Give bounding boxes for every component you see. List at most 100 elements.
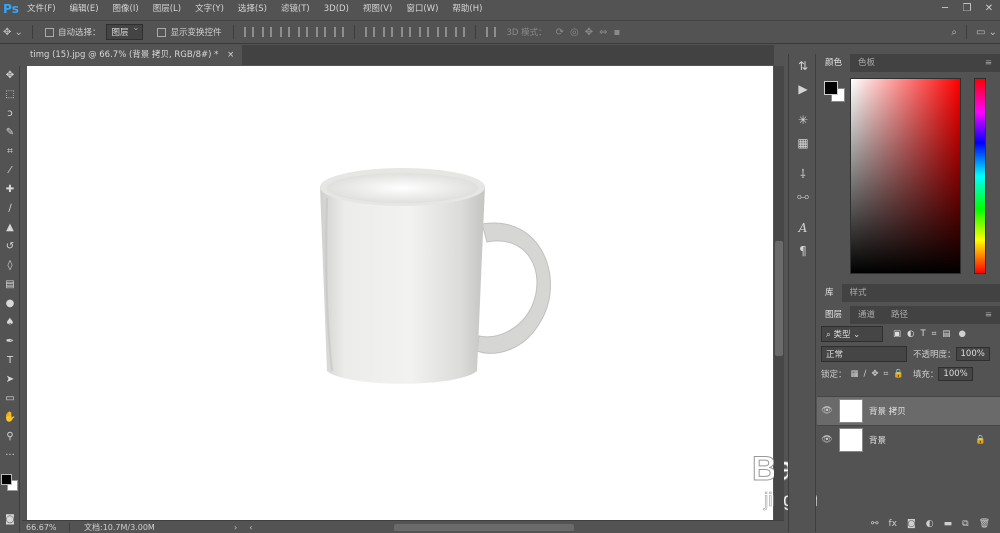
layer-row-bg-copy[interactable]: 👁 背景 拷贝 <box>817 396 1000 425</box>
color-swatches[interactable] <box>0 472 20 492</box>
menu-layer[interactable]: 图层(L) <box>146 0 188 18</box>
tab-color[interactable]: 颜色 <box>817 54 851 72</box>
move-tool-icon[interactable]: ✥ <box>0 66 20 85</box>
eraser-tool-icon[interactable]: ◊ <box>0 256 20 275</box>
panel-menu-icon[interactable]: ≡ <box>977 54 1000 72</box>
menu-edit[interactable]: 编辑(E) <box>63 0 106 18</box>
canvas[interactable] <box>27 66 773 520</box>
tab-layers[interactable]: 图层 <box>817 306 851 324</box>
menu-filter[interactable]: 滤镜(T) <box>274 0 317 18</box>
menu-3d[interactable]: 3D(D) <box>317 0 356 18</box>
auto-select-option[interactable]: 自动选择： <box>44 26 100 38</box>
eyedropper-tool-icon[interactable]: ⁄ <box>0 161 20 180</box>
lasso-tool-icon[interactable]: ↄ <box>0 104 20 123</box>
hand-tool-icon[interactable]: ✋ <box>0 408 20 427</box>
align-right-icon[interactable] <box>334 27 345 37</box>
3d-slide-icon[interactable]: ⇔ <box>599 27 607 38</box>
shape-tool-icon[interactable]: ▭ <box>0 389 20 408</box>
color-field[interactable] <box>850 78 961 274</box>
menu-window[interactable]: 窗口(W) <box>399 0 445 18</box>
document-tab[interactable]: timg (15).jpg @ 66.7% (背景 拷贝, RGB/8#) * … <box>22 45 243 65</box>
histogram-icon[interactable]: ▦ <box>789 131 817 154</box>
edit-toolbar-icon[interactable]: ··· <box>0 446 20 465</box>
layers-menu-icon[interactable]: ≡ <box>977 306 1000 324</box>
filter-toggle-icon[interactable]: ● <box>958 329 965 339</box>
layer-name[interactable]: 背景 拷贝 <box>869 405 906 417</box>
align-left-icon[interactable] <box>298 27 309 37</box>
align-bottom-icon[interactable] <box>280 27 291 37</box>
tab-channels[interactable]: 通道 <box>850 306 883 324</box>
show-transform-checkbox[interactable] <box>157 27 167 37</box>
tab-paths[interactable]: 路径 <box>883 306 916 324</box>
menu-help[interactable]: 帮助(H) <box>445 0 489 18</box>
auto-select-checkbox[interactable] <box>44 27 54 37</box>
blur-tool-icon[interactable]: ● <box>0 294 20 313</box>
tab-styles[interactable]: 样式 <box>842 284 875 302</box>
stamp-tool-icon[interactable]: ▲ <box>0 218 20 237</box>
gradient-tool-icon[interactable]: ▤ <box>0 275 20 294</box>
new-layer-icon[interactable]: ⧉ <box>962 519 968 529</box>
panel-foreground-swatch[interactable] <box>824 81 838 95</box>
move-tool-preset-icon[interactable]: ✥ ⌄ <box>3 27 23 38</box>
distribute-top-icon[interactable] <box>365 27 376 37</box>
properties-icon[interactable]: ⧟ <box>789 185 817 208</box>
distribute-vcenter-icon[interactable] <box>383 27 394 37</box>
distribute-hcenter-icon[interactable] <box>437 27 448 37</box>
history-brush-tool-icon[interactable]: ↺ <box>0 237 20 256</box>
lock-icons[interactable]: ▦∕✥⌗🔒 <box>851 369 909 379</box>
adjustments-icon[interactable]: ✳ <box>789 108 817 131</box>
horizontal-scroll-thumb[interactable] <box>394 524 574 531</box>
align-vcenter-icon[interactable] <box>262 27 273 37</box>
restore-icon[interactable]: ❐ <box>956 0 978 18</box>
close-tab-icon[interactable]: × <box>227 50 234 60</box>
close-icon[interactable]: ✕ <box>978 0 1000 18</box>
healing-tool-icon[interactable]: ✚ <box>0 180 20 199</box>
hue-slider[interactable] <box>974 78 986 274</box>
3d-scale-icon[interactable]: ▪ <box>614 27 621 38</box>
auto-select-dropdown[interactable]: 图层 <box>106 23 144 40</box>
blend-mode-dropdown[interactable]: 正常 <box>821 346 907 362</box>
3d-rotate-icon[interactable]: ⟳ <box>556 27 564 38</box>
zoom-level[interactable]: 66.67% <box>22 522 70 532</box>
adjustment-layer-icon[interactable]: ◐ <box>926 519 934 529</box>
actions-play-icon[interactable]: ▶ <box>789 77 817 100</box>
show-transform-option[interactable]: 显示变换控件 <box>157 26 221 38</box>
scroll-left-icon[interactable]: ‹ <box>249 523 252 532</box>
history-panel-icon[interactable]: ⇅ <box>789 54 817 77</box>
crop-tool-icon[interactable]: ⌗ <box>0 142 20 161</box>
vertical-scroll-thumb[interactable] <box>775 241 783 356</box>
align-hcenter-icon[interactable] <box>316 27 327 37</box>
marquee-tool-icon[interactable]: ⬚ <box>0 85 20 104</box>
brush-tool-icon[interactable]: ∕ <box>0 199 20 218</box>
quick-mask-icon[interactable]: ◙ <box>0 510 20 529</box>
3d-drag-icon[interactable]: ✥ <box>585 27 593 38</box>
quick-select-tool-icon[interactable]: ✎ <box>0 123 20 142</box>
paragraph-panel-icon[interactable]: ¶ <box>789 239 817 262</box>
link-layers-icon[interactable]: ⚯ <box>871 519 879 529</box>
tab-swatches[interactable]: 色板 <box>850 54 883 72</box>
layer-row-background[interactable]: 👁 背景 🔒 <box>817 425 1000 454</box>
minimize-icon[interactable]: ─ <box>934 0 956 18</box>
menu-type[interactable]: 文字(Y) <box>188 0 231 18</box>
3d-roll-icon[interactable]: ◎ <box>570 27 579 38</box>
character-panel-icon[interactable]: A <box>789 216 817 239</box>
brush-presets-icon[interactable]: ⸸ <box>789 162 817 185</box>
auto-align-icon[interactable] <box>486 27 497 37</box>
workspace-icon[interactable]: ▭ ⌄ <box>976 27 997 38</box>
menu-file[interactable]: 文件(F) <box>20 0 63 18</box>
fx-icon[interactable]: fx <box>889 519 898 529</box>
tab-libraries[interactable]: 库 <box>817 284 842 302</box>
layer-name[interactable]: 背景 <box>869 434 886 446</box>
delete-layer-icon[interactable]: 🗑 <box>979 519 990 529</box>
distribute-left-icon[interactable] <box>419 27 430 37</box>
add-mask-icon[interactable]: ◙ <box>907 519 916 529</box>
align-top-icon[interactable] <box>244 27 255 37</box>
menu-view[interactable]: 视图(V) <box>356 0 399 18</box>
pen-tool-icon[interactable]: ✒ <box>0 332 20 351</box>
visibility-eye-icon[interactable]: 👁 <box>817 406 837 416</box>
visibility-eye-icon[interactable]: 👁 <box>817 435 837 445</box>
menu-select[interactable]: 选择(S) <box>231 0 274 18</box>
fill-input[interactable]: 100% <box>938 367 973 381</box>
opacity-input[interactable]: 100% <box>955 347 990 361</box>
new-group-icon[interactable]: ▬ <box>944 519 953 529</box>
